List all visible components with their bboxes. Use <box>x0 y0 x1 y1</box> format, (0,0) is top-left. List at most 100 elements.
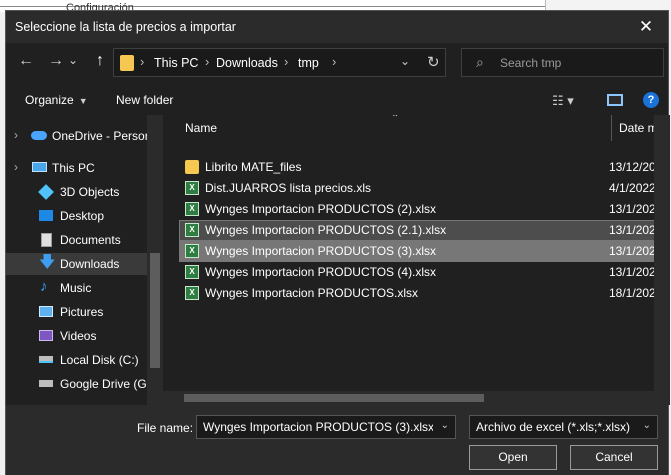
file-row[interactable]: X Wynges Importacion PRODUCTOS.xlsx 18/1… <box>179 283 670 304</box>
file-name-combobox[interactable]: ⌄ <box>196 415 456 439</box>
file-list-vertical-scrollbar[interactable] <box>654 115 670 391</box>
sidebar-item-downloads[interactable]: 🡇 Downloads <box>6 253 147 275</box>
new-folder-button[interactable]: New folder <box>116 93 173 107</box>
drive-icon <box>39 356 53 363</box>
drive-icon <box>39 380 53 387</box>
sidebar-item-local-disk[interactable]: Local Disk (C:) <box>6 349 147 371</box>
bottom-panel: File name: ⌄ Archivo de excel (*.xls;*.x… <box>6 405 668 475</box>
sidebar-item-google-drive[interactable]: Google Drive (G: <box>6 373 150 395</box>
breadcrumb-separator: › <box>284 54 289 69</box>
forward-arrow-icon[interactable]: → <box>44 50 68 72</box>
file-list-horizontal-scrollbar[interactable] <box>163 391 670 405</box>
file-name: Dist.JUARROS lista precios.xls <box>205 181 372 195</box>
sidebar-item-label: Music <box>60 281 92 295</box>
sidebar-item-label: OneDrive - Persor <box>52 129 149 143</box>
folder-icon <box>120 55 134 71</box>
breadcrumb-separator: › <box>205 54 210 69</box>
column-divider[interactable] <box>611 115 612 141</box>
file-row[interactable]: Librito MATE_files 13/12/202 <box>179 157 670 178</box>
search-box[interactable]: ⌕ <box>461 48 664 77</box>
sidebar-item-3d-objects[interactable]: 3D Objects <box>6 181 147 203</box>
file-name: Wynges Importacion PRODUCTOS (2).xlsx <box>205 202 437 216</box>
breadcrumb-separator: › <box>332 54 337 69</box>
chevron-down-icon: ⌄ <box>642 420 651 431</box>
file-type-value: Archivo de excel (*.xls;*.xlsx) <box>476 420 631 434</box>
search-input[interactable] <box>500 54 650 72</box>
sidebar-item-onedrive[interactable]: › OneDrive - Persor <box>6 125 149 147</box>
address-bar[interactable]: › This PC › Downloads › tmp › ⌄ ↻ <box>113 48 446 77</box>
chevron-down-icon[interactable]: ⌄ <box>441 420 449 431</box>
cancel-button[interactable]: Cancel <box>570 445 658 470</box>
breadcrumb-tmp[interactable]: tmp <box>298 56 319 70</box>
cloud-icon <box>31 131 47 140</box>
open-button[interactable]: Open <box>469 445 557 470</box>
sidebar-item-label: Desktop <box>60 209 105 223</box>
file-row[interactable]: X Wynges Importacion PRODUCTOS (2).xlsx … <box>179 199 670 220</box>
breadcrumb-this-pc[interactable]: This PC <box>154 56 198 70</box>
document-icon <box>41 233 52 247</box>
refresh-icon[interactable]: ↻ <box>427 53 440 71</box>
address-dropdown-icon[interactable]: ⌄ <box>400 54 410 68</box>
file-date: 4/1/2022 <box>609 181 656 195</box>
excel-file-icon: X <box>185 181 199 195</box>
file-list: ⌃ Name Date moo Librito MATE_files 13/12… <box>163 115 670 405</box>
file-name-input[interactable] <box>203 419 433 435</box>
view-options-icon[interactable]: ☷ ▾ <box>552 93 574 109</box>
back-arrow-icon[interactable]: ← <box>14 50 38 72</box>
download-icon: 🡇 <box>39 254 56 271</box>
breadcrumb-separator: › <box>140 54 145 69</box>
excel-file-icon: X <box>185 265 199 279</box>
excel-file-icon: X <box>185 223 199 237</box>
file-row[interactable]: X Wynges Importacion PRODUCTOS (3).xlsx … <box>179 241 670 262</box>
music-icon: ♪ <box>40 278 48 295</box>
file-name-label: File name: <box>137 421 194 435</box>
file-name: Librito MATE_files <box>205 160 302 174</box>
breadcrumb-downloads[interactable]: Downloads <box>216 56 278 70</box>
file-name: Wynges Importacion PRODUCTOS (3).xlsx <box>205 244 437 258</box>
file-row[interactable]: X Dist.JUARROS lista precios.xls 4/1/202… <box>179 178 670 199</box>
sidebar-item-label: Documents <box>60 233 121 247</box>
cube-icon <box>38 184 54 200</box>
file-name: Wynges Importacion PRODUCTOS (2.1).xlsx <box>205 223 447 237</box>
desktop-icon <box>39 210 53 221</box>
recent-locations-chevron-icon[interactable]: ⌄ <box>66 49 80 71</box>
sidebar-item-label: Downloads <box>60 257 120 271</box>
open-file-dialog: Seleccione la lista de precios a importa… <box>5 10 670 475</box>
sidebar-item-label: Pictures <box>60 305 104 319</box>
sidebar-item-this-pc[interactable]: › This PC <box>6 157 147 179</box>
pictures-icon <box>39 306 53 317</box>
sidebar-item-music[interactable]: ♪ Music <box>6 277 147 299</box>
expand-chevron-icon[interactable]: › <box>14 160 18 174</box>
videos-icon <box>39 330 53 341</box>
sidebar-item-desktop[interactable]: Desktop <box>6 205 147 227</box>
excel-file-icon: X <box>185 286 199 300</box>
expand-chevron-icon[interactable]: › <box>14 128 18 142</box>
file-name: Wynges Importacion PRODUCTOS.xlsx <box>205 286 419 300</box>
excel-file-icon: X <box>185 244 199 258</box>
file-row[interactable]: X Wynges Importacion PRODUCTOS (4).xlsx … <box>179 262 670 283</box>
sort-ascending-icon: ⌃ <box>391 115 400 124</box>
help-icon[interactable]: ? <box>643 92 659 108</box>
title-bar: Seleccione la lista de precios a importa… <box>6 11 668 43</box>
horizontal-scrollbar-thumb[interactable] <box>184 394 484 402</box>
sidebar-item-pictures[interactable]: Pictures <box>6 301 147 323</box>
sidebar-item-label: 3D Objects <box>60 185 120 199</box>
dialog-title: Seleccione la lista de precios a importa… <box>15 20 236 34</box>
file-row[interactable]: X Wynges Importacion PRODUCTOS (2.1).xls… <box>179 220 670 241</box>
sidebar-item-videos[interactable]: Videos <box>6 325 147 347</box>
file-name: Wynges Importacion PRODUCTOS (4).xlsx <box>205 265 437 279</box>
sidebar-item-documents[interactable]: Documents <box>6 229 147 251</box>
up-arrow-icon[interactable]: ↑ <box>88 50 112 72</box>
sidebar-item-label: Videos <box>60 329 97 343</box>
column-header-name[interactable]: Name <box>185 121 217 147</box>
close-icon[interactable]: ✕ <box>636 17 656 37</box>
chevron-down-icon: ▼ <box>78 96 88 106</box>
navigation-scrollbar-thumb[interactable] <box>150 253 160 368</box>
computer-icon <box>32 162 47 172</box>
navigation-scrollbar[interactable] <box>147 115 163 405</box>
preview-pane-icon[interactable] <box>607 94 623 106</box>
search-icon: ⌕ <box>476 54 484 70</box>
file-type-select[interactable]: Archivo de excel (*.xls;*.xlsx) ⌄ <box>469 415 658 439</box>
excel-file-icon: X <box>185 202 199 216</box>
organize-button[interactable]: Organize ▼ <box>25 93 88 107</box>
